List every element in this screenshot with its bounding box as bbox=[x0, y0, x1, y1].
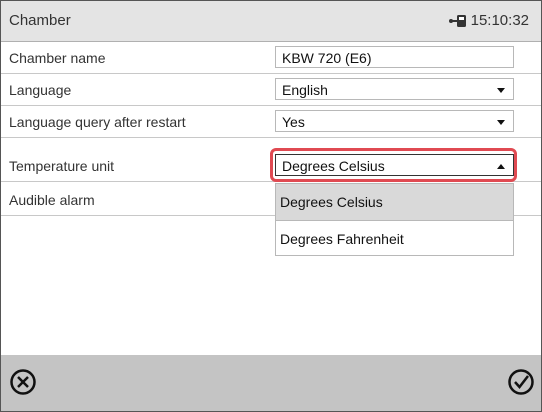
language-query-value: Yes bbox=[282, 114, 305, 130]
chevron-up-icon bbox=[497, 164, 505, 169]
chevron-down-icon bbox=[497, 88, 505, 93]
chamber-name-label: Chamber name bbox=[9, 50, 106, 66]
cancel-icon[interactable] bbox=[9, 368, 37, 396]
clock: 15:10:32 bbox=[448, 12, 529, 29]
row-language-query: Language query after restart Yes bbox=[1, 106, 541, 138]
language-label: Language bbox=[9, 82, 72, 98]
network-icon bbox=[448, 14, 467, 28]
temperature-unit-select[interactable]: Degrees Celsius bbox=[275, 154, 514, 176]
language-query-label: Language query after restart bbox=[9, 114, 186, 130]
chamber-name-field[interactable]: KBW 720 (E6) bbox=[275, 46, 514, 68]
audible-alarm-label: Audible alarm bbox=[9, 192, 95, 208]
language-query-select[interactable]: Yes bbox=[275, 110, 514, 132]
option-label: Degrees Celsius bbox=[280, 194, 383, 210]
temperature-unit-value: Degrees Celsius bbox=[282, 158, 385, 174]
row-language: Language English bbox=[1, 74, 541, 106]
chamber-settings-screen: Chamber 15:10:32 Chamber name KBW 720 (E… bbox=[0, 0, 542, 412]
option-label: Degrees Fahrenheit bbox=[280, 231, 404, 247]
option-degrees-celsius[interactable]: Degrees Celsius bbox=[276, 184, 513, 220]
row-chamber-name: Chamber name KBW 720 (E6) bbox=[1, 42, 541, 74]
footer-bar bbox=[1, 355, 541, 411]
chevron-down-icon bbox=[497, 120, 505, 125]
language-value: English bbox=[282, 82, 328, 98]
clock-time: 15:10:32 bbox=[470, 12, 529, 29]
language-select[interactable]: English bbox=[275, 78, 514, 100]
page-title: Chamber bbox=[9, 12, 71, 29]
temperature-unit-dropdown: Degrees Celsius Degrees Fahrenheit bbox=[275, 183, 514, 256]
option-degrees-fahrenheit[interactable]: Degrees Fahrenheit bbox=[276, 220, 513, 256]
chamber-name-value: KBW 720 (E6) bbox=[282, 50, 372, 66]
confirm-icon[interactable] bbox=[507, 368, 535, 396]
temperature-unit-label: Temperature unit bbox=[9, 158, 115, 174]
row-temperature-unit: Temperature unit Degrees Celsius bbox=[1, 150, 541, 182]
title-bar: Chamber 15:10:32 bbox=[1, 1, 541, 42]
